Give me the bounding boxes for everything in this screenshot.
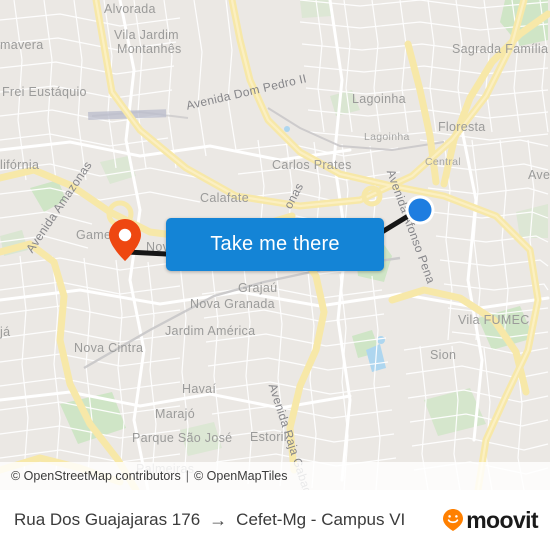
moovit-route-screenshot: Alvorada mavera Vila Jardim Montanhês Sagrad… — [0, 0, 550, 550]
map-canvas[interactable]: Alvorada mavera Vila Jardim Montanhês Sagrad… — [0, 0, 550, 490]
moovit-pin-icon — [443, 509, 464, 531]
route-destination-label: Cefet-Mg - Campus VI — [236, 510, 406, 529]
route-summary: Rua Dos Guajajaras 176 → Cefet-Mg - Camp… — [14, 510, 442, 531]
attribution-openmaptiles[interactable]: © OpenMapTiles — [194, 469, 288, 483]
destination-dot-icon[interactable] — [404, 194, 436, 226]
origin-pin-icon[interactable] — [108, 218, 142, 262]
moovit-wordmark: moovit — [466, 506, 538, 533]
footer-bar: Rua Dos Guajajaras 176 → Cefet-Mg - Camp… — [0, 490, 550, 550]
attribution-separator: | — [185, 469, 189, 483]
route-origin-label: Rua Dos Guajajaras 176 — [14, 510, 201, 529]
arrow-right-icon: → — [209, 509, 228, 530]
moovit-logo[interactable]: moovit — [442, 506, 539, 534]
take-me-there-button[interactable]: Take me there — [166, 218, 384, 271]
map-attribution: © OpenStreetMap contributors | © OpenMap… — [0, 462, 550, 490]
attribution-osm[interactable]: © OpenStreetMap contributors — [11, 469, 181, 483]
